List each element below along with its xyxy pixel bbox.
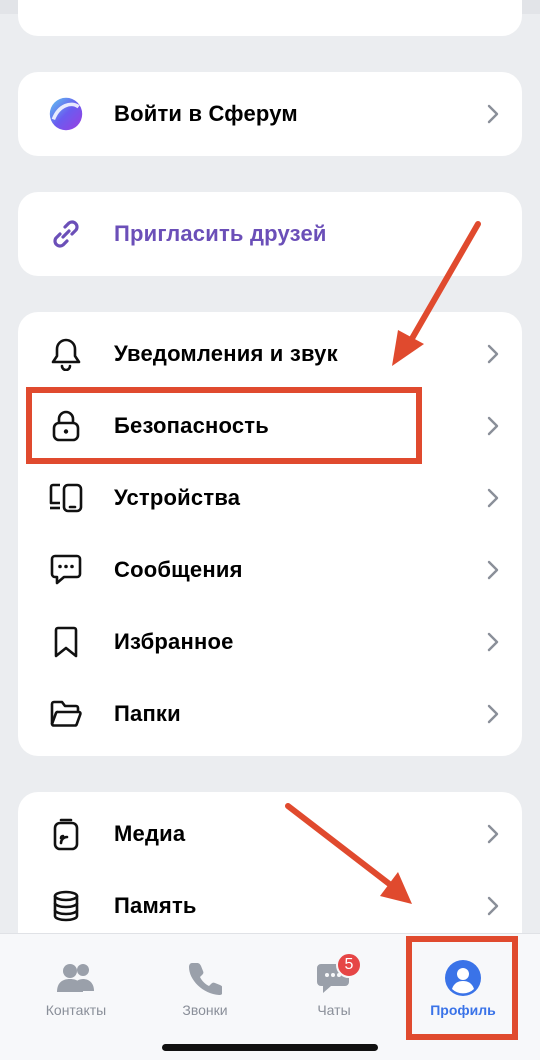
arrow-to-profile	[285, 803, 395, 889]
arrow-head-security	[392, 330, 424, 366]
annotation-arrows	[285, 221, 481, 904]
arrow-to-security	[407, 221, 481, 345]
